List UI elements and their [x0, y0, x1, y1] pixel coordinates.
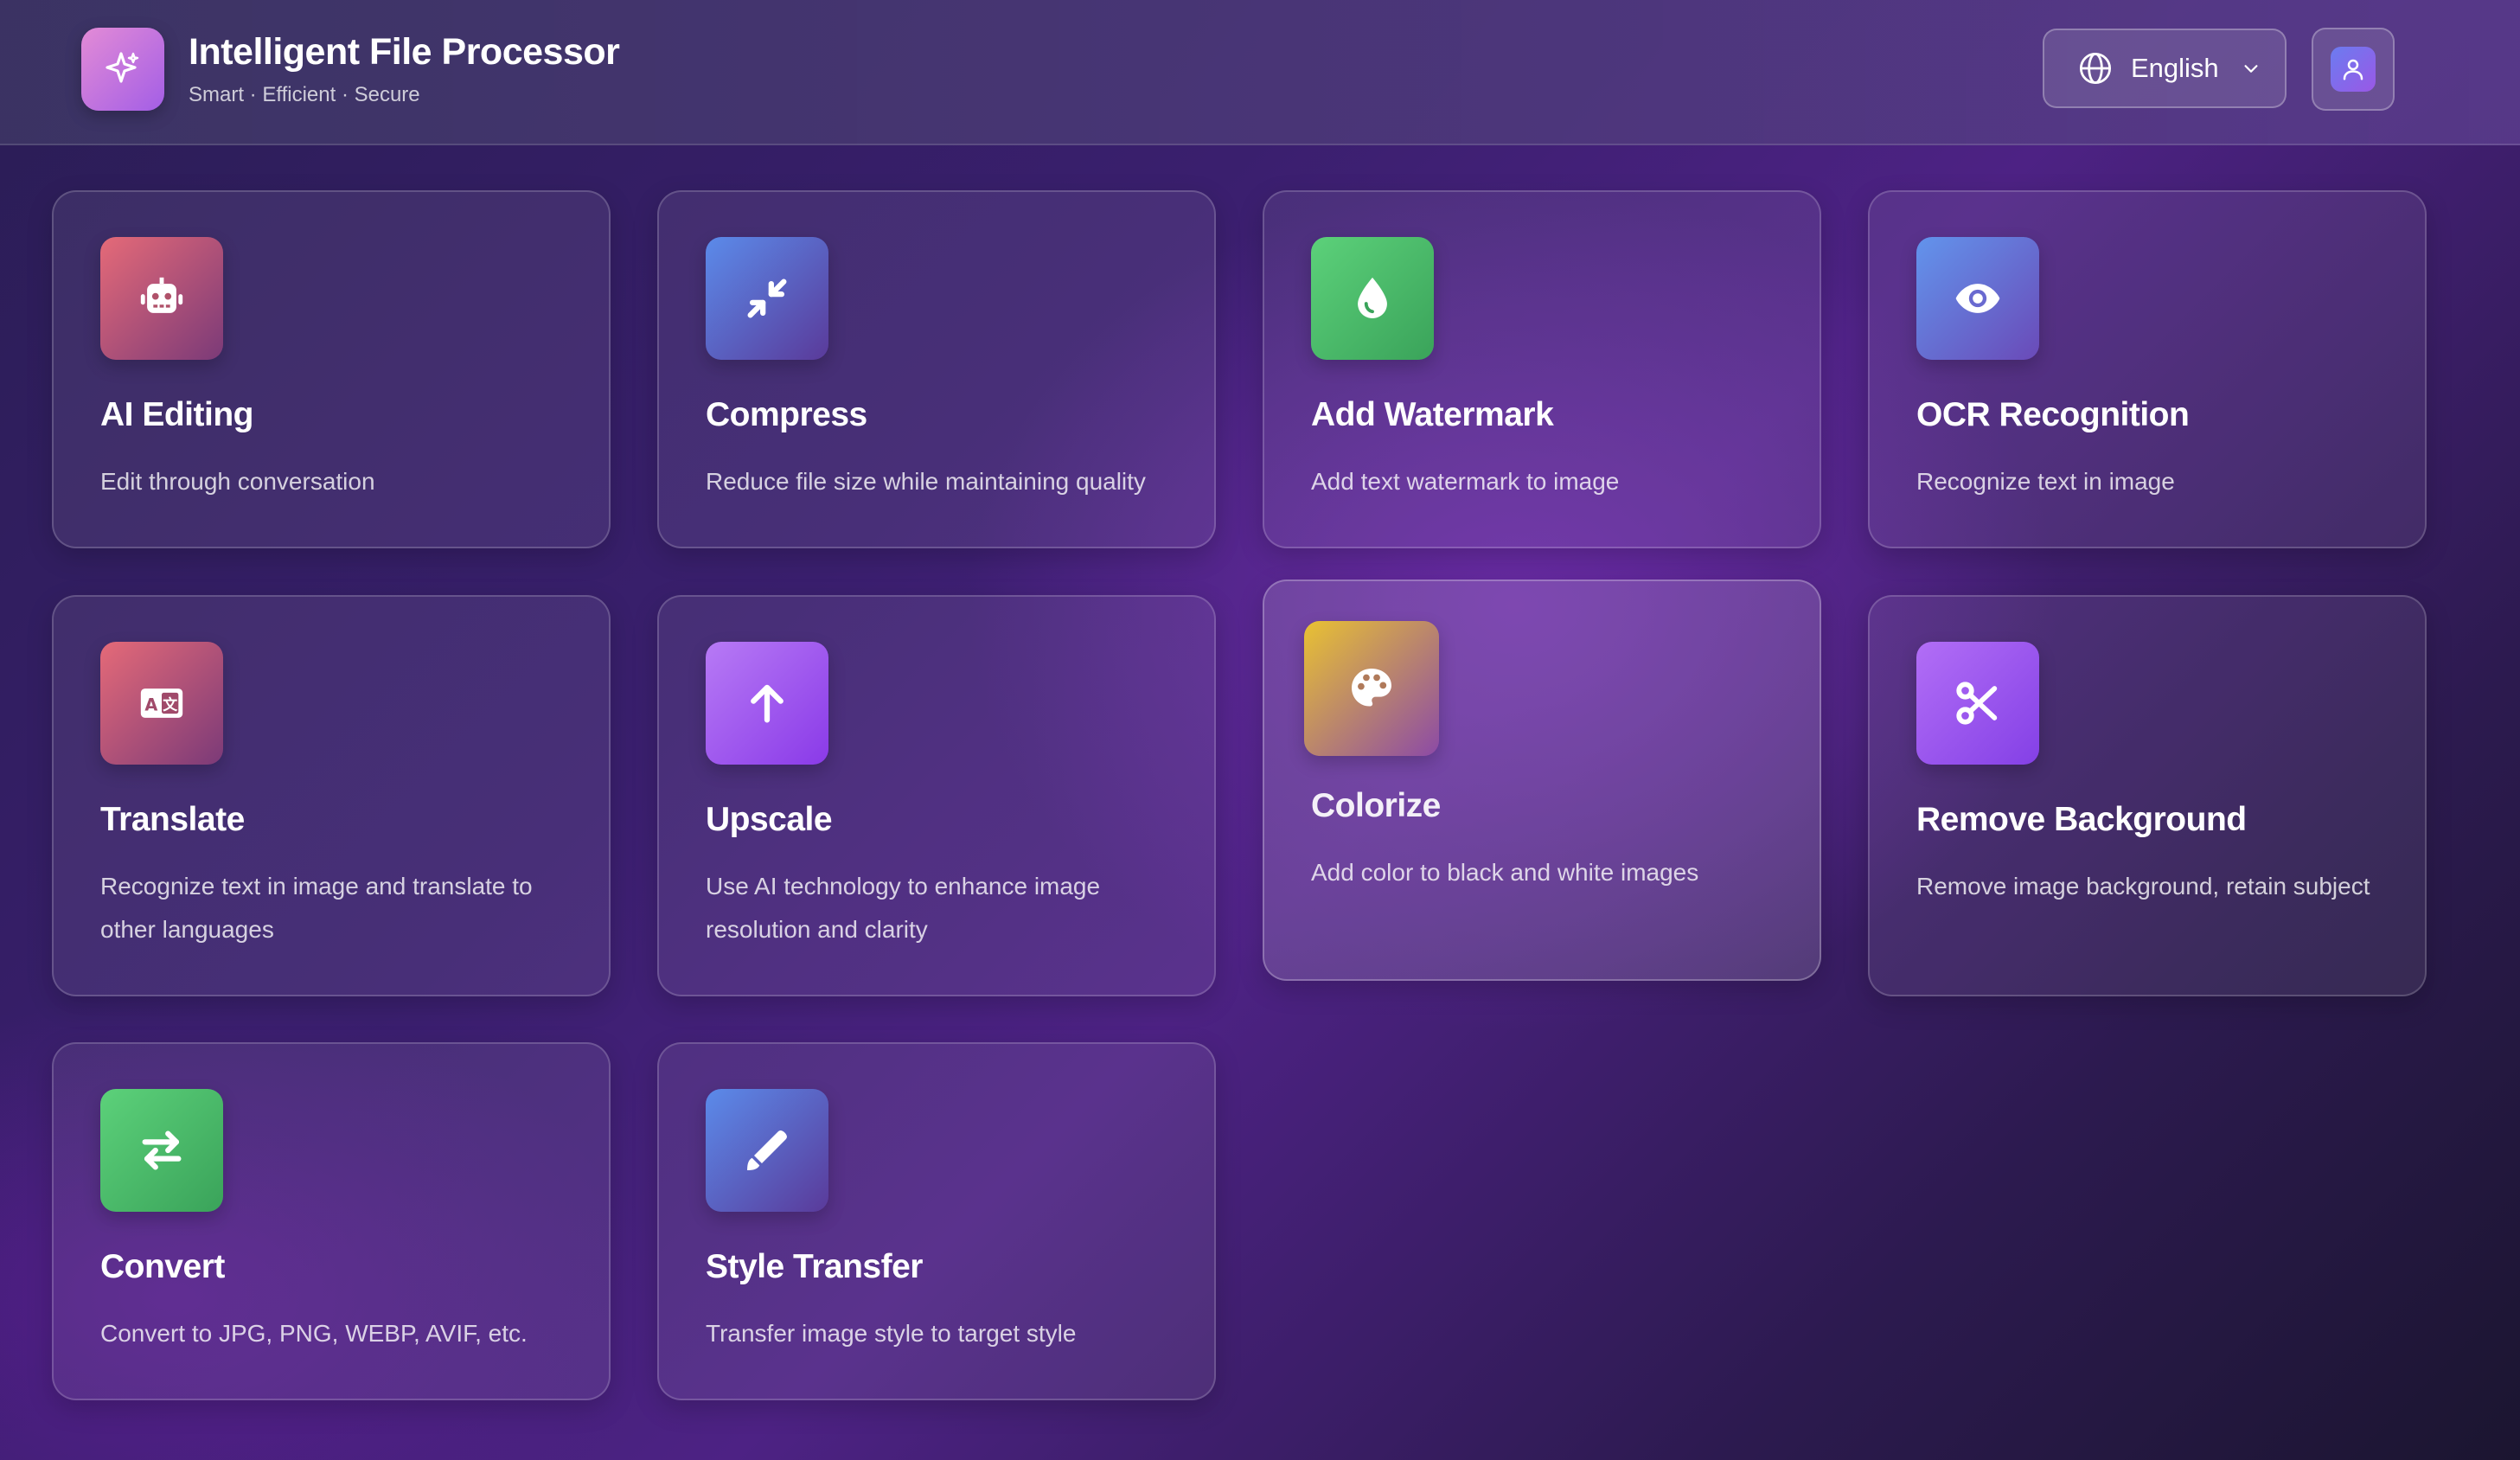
tool-description: Recognize text in image [1916, 468, 2175, 495]
droplet-icon [1311, 237, 1434, 360]
arrow-up-icon [706, 642, 828, 765]
tool-card-compress[interactable]: Compress Reduce file size while maintain… [657, 190, 1216, 548]
app-subtitle: Smart · Efficient · Secure [189, 83, 420, 106]
tool-description: Reduce file size while maintaining quali… [706, 468, 1146, 495]
tool-card-remove-background[interactable]: Remove Background Remove image backgroun… [1868, 595, 2427, 996]
tool-card-translate[interactable]: A 文 Translate Recognize text in image an… [52, 595, 611, 996]
tool-title: AI Editing [100, 396, 253, 433]
scissors-icon [1916, 642, 2039, 765]
palette-icon [1304, 621, 1439, 756]
tool-title: Remove Background [1916, 801, 2247, 838]
avatar [2331, 47, 2376, 92]
chevron-down-icon [2244, 65, 2258, 73]
app-title: Intelligent File Processor [189, 31, 620, 73]
user-account-button[interactable] [2312, 28, 2395, 111]
robot-icon [100, 237, 223, 360]
tool-card-colorize[interactable]: Colorize Add color to black and white im… [1263, 580, 1821, 981]
language-label: English [2131, 53, 2219, 83]
tool-card-add-watermark[interactable]: Add Watermark Add text watermark to imag… [1263, 190, 1821, 548]
compress-arrows-icon [706, 237, 828, 360]
tool-title: Translate [100, 801, 245, 838]
globe-icon [2079, 52, 2112, 85]
tool-title: Colorize [1311, 787, 1441, 824]
tool-card-style-transfer[interactable]: Style Transfer Transfer image style to t… [657, 1042, 1216, 1400]
tool-description: Convert to JPG, PNG, WEBP, AVIF, etc. [100, 1320, 528, 1347]
tool-description: Edit through conversation [100, 468, 375, 495]
user-icon [2343, 59, 2363, 80]
tool-title: OCR Recognition [1916, 396, 2190, 433]
tool-description: Use AI technology to enhance image resol… [706, 873, 1101, 943]
tool-description: Recognize text in image and translate to… [100, 873, 533, 943]
svg-text:A: A [144, 695, 157, 714]
svg-text:文: 文 [163, 695, 177, 713]
app-header: Intelligent File Processor Smart · Effic… [0, 0, 2520, 145]
swap-arrows-icon [100, 1089, 223, 1212]
tool-description: Add color to black and white images [1311, 859, 1699, 886]
tool-description: Transfer image style to target style [706, 1320, 1077, 1347]
app-logo[interactable] [81, 28, 164, 111]
tool-card-ocr-recognition[interactable]: OCR Recognition Recognize text in image [1868, 190, 2427, 548]
tool-card-ai-editing[interactable]: AI Editing Edit through conversation [52, 190, 611, 548]
language-icon: A 文 [100, 642, 223, 765]
eye-icon [1916, 237, 2039, 360]
tool-title: Add Watermark [1311, 396, 1554, 433]
tool-title: Convert [100, 1248, 225, 1285]
brush-icon [706, 1089, 828, 1212]
tool-title: Compress [706, 396, 867, 433]
tool-title: Upscale [706, 801, 833, 838]
tool-description: Add text watermark to image [1311, 468, 1620, 495]
tool-description: Remove image background, retain subject [1916, 873, 2370, 900]
tool-card-convert[interactable]: Convert Convert to JPG, PNG, WEBP, AVIF,… [52, 1042, 611, 1400]
language-select[interactable]: English [2043, 29, 2287, 108]
tool-title: Style Transfer [706, 1248, 923, 1285]
sparkles-icon [106, 52, 139, 83]
tool-card-upscale[interactable]: Upscale Use AI technology to enhance ima… [657, 595, 1216, 996]
